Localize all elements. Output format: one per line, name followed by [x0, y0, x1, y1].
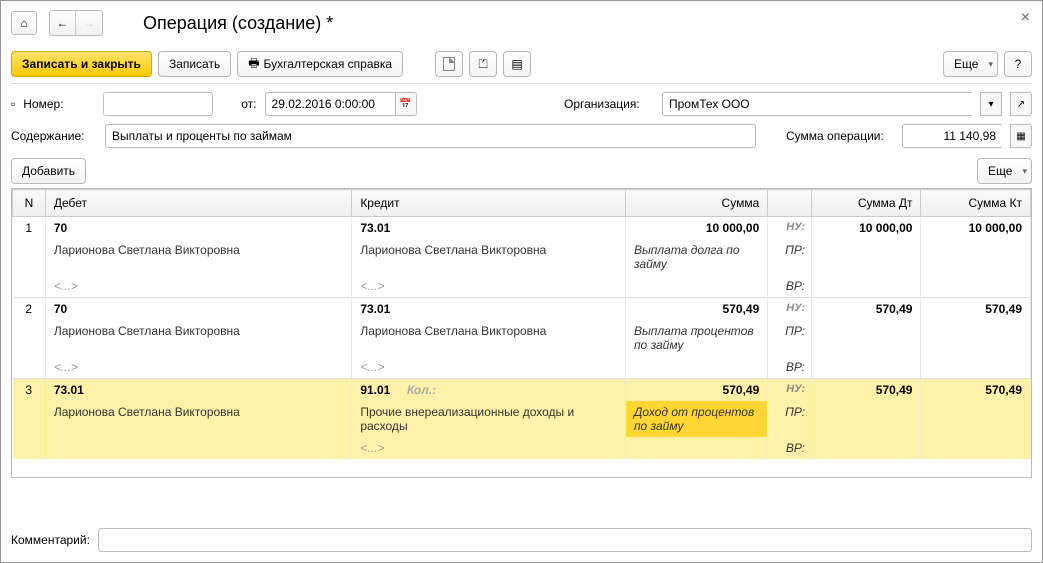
col-sdt[interactable]: Сумма Дт — [812, 190, 921, 217]
close-icon[interactable]: × — [1021, 9, 1030, 27]
entries-table: N Дебет Кредит Сумма Сумма Дт Сумма Кт 1… — [11, 188, 1032, 478]
org-dropdown-icon[interactable]: ▾ — [980, 92, 1002, 116]
calc-icon[interactable]: ▦ — [1010, 124, 1032, 148]
table-row[interactable]: Ларионова Светлана Викторовна Ларионова … — [13, 320, 1031, 356]
from-label: от: — [241, 97, 256, 111]
window-title: Операция (создание) * — [143, 13, 333, 34]
main-toolbar: Записать и закрыть Записать 🖶Бухгалтерск… — [11, 45, 1032, 84]
help-button[interactable]: ? — [1004, 51, 1032, 77]
add-button[interactable]: Добавить — [11, 158, 86, 184]
operation-window: GOODWILL ТЕХНОЛОГИИ ДЛЯ БИЗНЕСА ⌂ ← → Оп… — [0, 0, 1043, 563]
print-button[interactable]: 🖶Бухгалтерская справка — [237, 51, 403, 77]
col-n[interactable]: N — [13, 190, 46, 217]
titlebar: ⌂ ← → Операция (создание) * × — [11, 7, 1032, 39]
form-row-1: ▫ Номер: от: 29.02.2016 0:00:00 📅 Органи… — [11, 92, 1032, 116]
table-row[interactable]: Ларионова Светлана Викторовна Ларионова … — [13, 239, 1031, 275]
table-row[interactable]: <...> <...> ВР: — [13, 356, 1031, 379]
document-icon — [443, 57, 455, 71]
comment-label: Комментарий: — [11, 533, 90, 547]
content-field[interactable]: Выплаты и проценты по займам — [105, 124, 756, 148]
table-row[interactable]: 1 70 73.01 10 000,00 НУ: 10 000,00 10 00… — [13, 217, 1031, 240]
forward-button[interactable]: → — [76, 11, 102, 35]
save-close-button[interactable]: Записать и закрыть — [11, 51, 152, 77]
col-sum[interactable]: Сумма — [625, 190, 767, 217]
clip-button[interactable]: ⏍ — [469, 51, 497, 77]
sum-field[interactable]: 11 140,98 — [902, 124, 1002, 148]
printer-icon: 🖶 — [248, 54, 259, 75]
table-row[interactable]: <...> <...> ВР: — [13, 275, 1031, 298]
save-button[interactable]: Записать — [158, 51, 231, 77]
col-tag — [768, 190, 812, 217]
org-field[interactable]: ПромТех ООО — [662, 92, 972, 116]
report-button[interactable]: ▤ — [503, 51, 531, 77]
home-button[interactable]: ⌂ — [11, 11, 37, 35]
table-row[interactable]: <...> ВР: — [13, 437, 1031, 459]
table-row[interactable]: 2 70 73.01 570,49 НУ: 570,49 570,49 — [13, 298, 1031, 321]
table-header-row: N Дебет Кредит Сумма Сумма Дт Сумма Кт — [13, 190, 1031, 217]
comment-field[interactable] — [98, 528, 1032, 552]
table-row[interactable]: 3 73.01 91.01 Кол.: 570,49 НУ: 570,49 57… — [13, 379, 1031, 402]
attach-doc-button[interactable] — [435, 51, 463, 77]
calendar-icon[interactable]: 📅 — [395, 92, 417, 116]
table-more-button[interactable]: Еще — [977, 158, 1032, 184]
org-open-icon[interactable]: ↗ — [1010, 92, 1032, 116]
sum-label: Сумма операции: — [786, 129, 894, 143]
content-label: Содержание: — [11, 129, 97, 143]
comment-row: Комментарий: — [11, 528, 1032, 552]
number-field[interactable] — [103, 92, 213, 116]
paperclip-icon: ⏍ — [479, 57, 488, 72]
form-row-2: Содержание: Выплаты и проценты по займам… — [11, 124, 1032, 148]
col-debit[interactable]: Дебет — [45, 190, 351, 217]
more-button[interactable]: Еще — [943, 51, 998, 77]
back-button[interactable]: ← — [50, 11, 76, 35]
col-credit[interactable]: Кредит — [352, 190, 626, 217]
nav-group: ← → — [49, 10, 103, 36]
table-toolbar: Добавить Еще — [11, 158, 1032, 184]
doc-icon: ▫ — [11, 97, 15, 111]
date-field[interactable]: 29.02.2016 0:00:00 — [265, 92, 395, 116]
org-label: Организация: — [564, 97, 654, 111]
table-row[interactable]: Ларионова Светлана Викторовна Прочие вне… — [13, 401, 1031, 437]
list-icon: ▤ — [511, 57, 522, 71]
col-skt[interactable]: Сумма Кт — [921, 190, 1031, 217]
number-label: Номер: — [23, 97, 95, 111]
